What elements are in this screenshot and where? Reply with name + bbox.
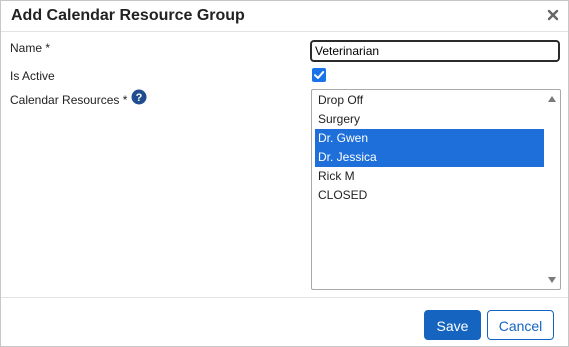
- is-active-checkbox[interactable]: [312, 68, 326, 82]
- cancel-button[interactable]: Cancel: [487, 310, 554, 340]
- calendar-resources-label: Calendar Resources *: [10, 93, 128, 107]
- resource-option-dr-jessica[interactable]: Dr. Jessica: [315, 148, 544, 167]
- add-resource-group-dialog: Add Calendar Resource Group Name * Is Ac…: [0, 0, 569, 347]
- save-button[interactable]: Save: [424, 310, 481, 340]
- resource-option-dr-gwen[interactable]: Dr. Gwen: [315, 129, 544, 148]
- name-label: Name *: [10, 41, 51, 55]
- dialog-header: Add Calendar Resource Group: [1, 1, 568, 32]
- resource-option-surgery[interactable]: Surgery: [315, 110, 544, 129]
- scroll-up-arrow-icon[interactable]: [547, 94, 557, 104]
- is-active-label: Is Active: [10, 69, 55, 83]
- footer-divider: [1, 297, 568, 298]
- scroll-down-arrow-icon[interactable]: [547, 275, 557, 285]
- close-icon[interactable]: [546, 8, 560, 22]
- name-input[interactable]: [310, 40, 560, 62]
- checkmark-icon: [314, 71, 325, 79]
- svg-text:?: ?: [136, 92, 143, 104]
- dialog-title: Add Calendar Resource Group: [11, 7, 245, 24]
- resource-option-closed[interactable]: CLOSED: [315, 186, 544, 205]
- help-icon[interactable]: ?: [131, 89, 147, 105]
- resource-option-rick-m[interactable]: Rick M: [315, 167, 544, 186]
- resource-option-drop-off[interactable]: Drop Off: [315, 91, 544, 110]
- calendar-resources-listbox[interactable]: Drop Off Surgery Dr. Gwen Dr. Jessica Ri…: [311, 89, 561, 290]
